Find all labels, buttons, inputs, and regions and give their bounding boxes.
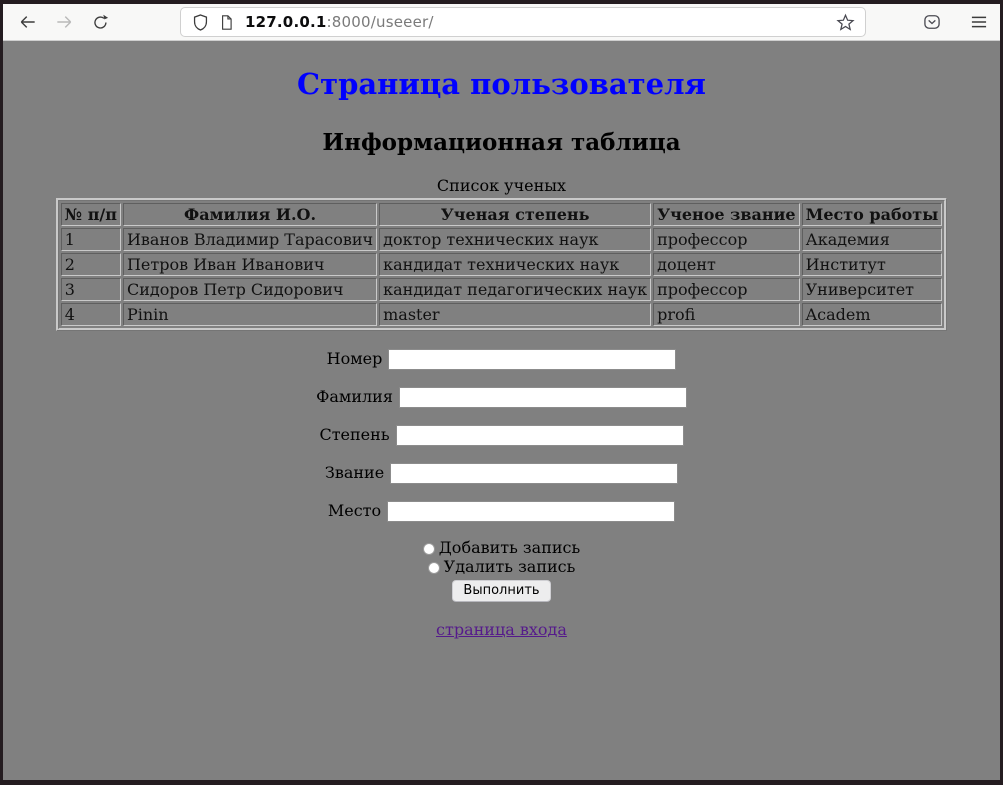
url-host: 127.0.0.1 [245, 13, 327, 31]
execute-button[interactable]: Выполнить [452, 580, 550, 602]
pocket-icon[interactable] [922, 12, 942, 32]
record-form: Номер Фамилия Степень Звание Место Добав… [3, 348, 1000, 602]
cell-number: 4 [61, 303, 121, 326]
page-info-icon[interactable] [218, 14, 235, 31]
cell-surname: Сидоров Петр Сидорович [123, 278, 377, 301]
table-row: 3 Сидоров Петр Сидорович кандидат педаго… [61, 278, 943, 301]
page-content: Страница пользователя Информационная таб… [3, 41, 1000, 780]
cell-surname: Pinin [123, 303, 377, 326]
bookmark-star-icon[interactable] [836, 13, 855, 32]
table-row: 4 Pinin master profi Academ [61, 303, 943, 326]
cell-degree: кандидат педагогических наук [379, 278, 651, 301]
reload-button[interactable] [85, 8, 115, 36]
reload-icon [91, 13, 110, 32]
cell-workplace: Институт [802, 253, 943, 276]
degree-label: Степень [319, 425, 389, 444]
degree-input[interactable] [396, 425, 684, 446]
cell-degree: кандидат технических наук [379, 253, 651, 276]
back-button[interactable] [13, 8, 43, 36]
cell-rank: профессор [653, 278, 799, 301]
cell-surname: Иванов Владимир Тарасович [123, 228, 377, 251]
col-header-rank: Ученое звание [653, 203, 799, 226]
url-path: :8000/useeer/ [327, 13, 434, 31]
radio-row-delete: Удалить запись [3, 557, 1000, 576]
form-row-surname: Фамилия [3, 386, 1000, 408]
delete-record-radio[interactable] [428, 562, 440, 574]
forward-button[interactable] [49, 8, 79, 36]
cell-rank: доцент [653, 253, 799, 276]
number-label: Номер [327, 349, 383, 368]
section-title: Информационная таблица [3, 129, 1000, 156]
hamburger-menu-icon [969, 12, 989, 32]
form-row-number: Номер [3, 348, 1000, 370]
col-header-workplace: Место работы [802, 203, 943, 226]
rank-input[interactable] [390, 463, 678, 484]
cell-number: 1 [61, 228, 121, 251]
cell-number: 3 [61, 278, 121, 301]
login-page-link[interactable]: страница входа [436, 620, 567, 639]
delete-record-label: Удалить запись [444, 557, 576, 576]
table-row: 2 Петров Иван Иванович кандидат техничес… [61, 253, 943, 276]
radio-row-add: Добавить запись [3, 538, 1000, 557]
shield-icon[interactable] [191, 13, 210, 32]
browser-toolbar: 127.0.0.1:8000/useeer/ [3, 4, 1000, 41]
add-record-radio[interactable] [423, 543, 435, 555]
form-row-degree: Степень [3, 424, 1000, 446]
back-arrow-icon [18, 12, 38, 32]
col-header-degree: Ученая степень [379, 203, 651, 226]
cell-rank: профессор [653, 228, 799, 251]
workplace-input[interactable] [387, 501, 675, 522]
number-input[interactable] [388, 349, 676, 370]
link-row: страница входа [3, 620, 1000, 639]
cell-number: 2 [61, 253, 121, 276]
url-bar[interactable]: 127.0.0.1:8000/useeer/ [180, 7, 866, 37]
form-row-rank: Звание [3, 462, 1000, 484]
workplace-label: Место [328, 501, 381, 520]
table-caption: Список ученых [56, 176, 948, 198]
col-header-number: № п/п [61, 203, 121, 226]
cell-workplace: Академия [802, 228, 943, 251]
scientists-table: Список ученых № п/п Фамилия И.О. Ученая … [56, 176, 948, 331]
table-row: 1 Иванов Владимир Тарасович доктор техни… [61, 228, 943, 251]
forward-arrow-icon [54, 12, 74, 32]
cell-surname: Петров Иван Иванович [123, 253, 377, 276]
url-text[interactable]: 127.0.0.1:8000/useeer/ [245, 13, 434, 31]
cell-workplace: Университет [802, 278, 943, 301]
browser-window: 127.0.0.1:8000/useeer/ Страница пользов [0, 0, 1003, 785]
surname-input[interactable] [399, 387, 687, 408]
cell-workplace: Academ [802, 303, 943, 326]
table-header-row: № п/п Фамилия И.О. Ученая степень Ученое… [61, 203, 943, 226]
page-title: Страница пользователя [3, 67, 1000, 101]
surname-label: Фамилия [316, 387, 393, 406]
add-record-label: Добавить запись [439, 538, 580, 557]
col-header-surname: Фамилия И.О. [123, 203, 377, 226]
menu-button[interactable] [964, 8, 994, 36]
cell-degree: master [379, 303, 651, 326]
rank-label: Звание [325, 463, 384, 482]
cell-rank: profi [653, 303, 799, 326]
cell-degree: доктор технических наук [379, 228, 651, 251]
form-row-workplace: Место [3, 500, 1000, 522]
button-row: Выполнить [3, 579, 1000, 602]
